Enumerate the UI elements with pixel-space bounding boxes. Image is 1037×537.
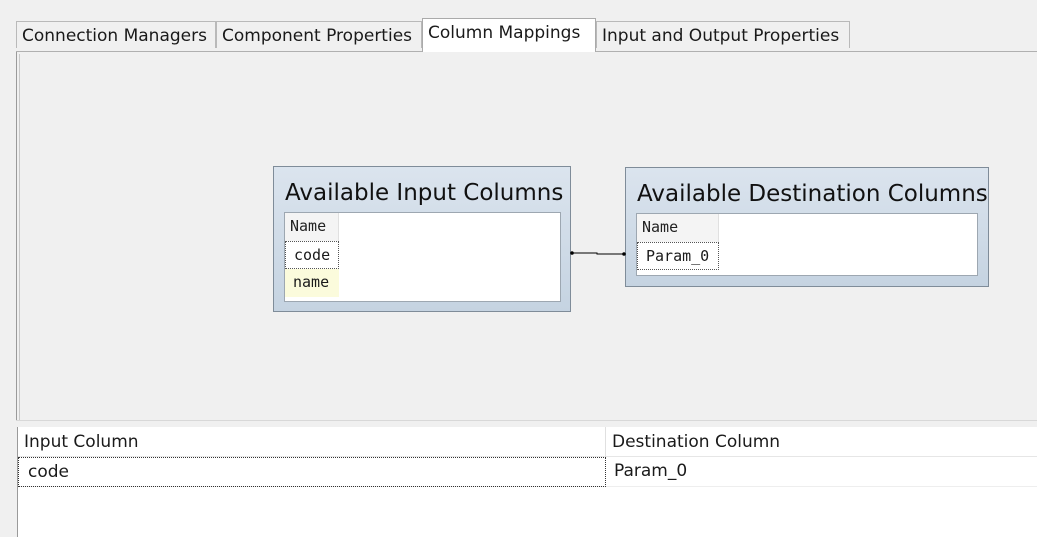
destination-columns-header: Name bbox=[637, 214, 719, 242]
available-input-columns-box[interactable]: Available Input Columns Name code name bbox=[273, 166, 571, 312]
grid-header-row: Input Column Destination Column bbox=[18, 427, 1037, 457]
grid-header-destination-column[interactable]: Destination Column bbox=[606, 427, 1037, 457]
input-column-code[interactable]: code bbox=[285, 241, 339, 269]
tab-component-properties[interactable]: Component Properties bbox=[216, 21, 422, 48]
tab-connection-managers[interactable]: Connection Managers bbox=[16, 21, 216, 48]
grid-header-input-column[interactable]: Input Column bbox=[18, 427, 606, 457]
grid-cell-input-column[interactable]: code bbox=[18, 457, 606, 487]
table-row[interactable]: code Param_0 bbox=[18, 457, 1037, 487]
input-columns-list: Name code name bbox=[284, 212, 561, 302]
surface-edge bbox=[19, 54, 20, 420]
mappings-grid: Input Column Destination Column code Par… bbox=[17, 427, 1037, 537]
available-destination-columns-box[interactable]: Available Destination Columns Name Param… bbox=[625, 167, 989, 287]
splitter-handle[interactable] bbox=[16, 420, 1037, 426]
destination-column-param-0[interactable]: Param_0 bbox=[637, 242, 719, 270]
input-box-title: Available Input Columns bbox=[285, 180, 564, 206]
destination-columns-list: Name Param_0 bbox=[636, 213, 978, 276]
tab-column-mappings[interactable]: Column Mappings bbox=[422, 18, 596, 52]
grid-cell-destination-column[interactable]: Param_0 bbox=[606, 457, 1037, 487]
tab-input-and-output-properties[interactable]: Input and Output Properties bbox=[596, 21, 850, 48]
input-columns-header: Name bbox=[285, 213, 339, 241]
tab-strip: Connection Managers Component Properties… bbox=[0, 0, 1037, 52]
destination-box-title: Available Destination Columns bbox=[637, 181, 988, 207]
input-column-name[interactable]: name bbox=[285, 269, 339, 297]
